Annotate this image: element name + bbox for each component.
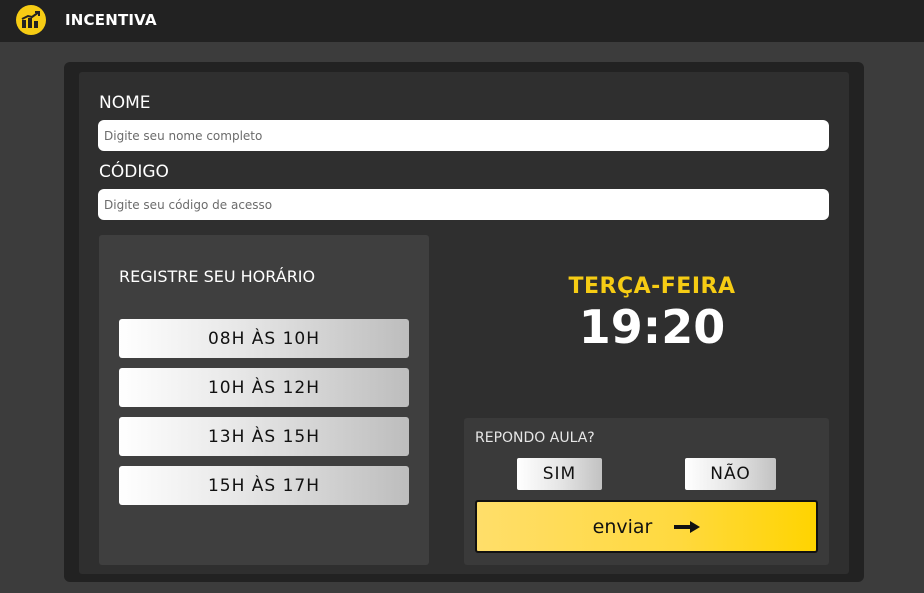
code-input[interactable] bbox=[98, 189, 829, 220]
class-reply-question: REPONDO AULA? bbox=[475, 430, 595, 446]
top-bar: INCENTIVA bbox=[0, 0, 924, 42]
code-label: CÓDIGO bbox=[99, 162, 169, 182]
weekday-display: TERÇA-FEIRA bbox=[568, 274, 736, 299]
slot-button-08-10[interactable]: 08H ÀS 10H bbox=[119, 319, 409, 358]
submit-label: enviar bbox=[592, 515, 653, 538]
name-label: NOME bbox=[99, 93, 151, 113]
slot-button-13-15[interactable]: 13H ÀS 15H bbox=[119, 417, 409, 456]
time-display: 19:20 bbox=[578, 300, 726, 354]
class-reply-panel: REPONDO AULA? SIM NÃO enviar bbox=[464, 418, 829, 565]
main-container: NOME CÓDIGO REGISTRE SEU HORÁRIO 08H ÀS … bbox=[64, 62, 864, 582]
schedule-panel: REGISTRE SEU HORÁRIO 08H ÀS 10H 10H ÀS 1… bbox=[99, 235, 429, 565]
app-title: INCENTIVA bbox=[65, 11, 157, 29]
arrow-right-icon bbox=[674, 520, 701, 533]
form-card: NOME CÓDIGO REGISTRE SEU HORÁRIO 08H ÀS … bbox=[79, 72, 849, 574]
yes-button[interactable]: SIM bbox=[517, 458, 602, 490]
slot-button-10-12[interactable]: 10H ÀS 12H bbox=[119, 368, 409, 407]
slot-button-15-17[interactable]: 15H ÀS 17H bbox=[119, 466, 409, 505]
chart-growth-icon[interactable] bbox=[16, 5, 46, 35]
name-input[interactable] bbox=[98, 120, 829, 151]
no-button[interactable]: NÃO bbox=[685, 458, 776, 490]
submit-button[interactable]: enviar bbox=[475, 500, 818, 553]
schedule-title: REGISTRE SEU HORÁRIO bbox=[119, 267, 316, 286]
